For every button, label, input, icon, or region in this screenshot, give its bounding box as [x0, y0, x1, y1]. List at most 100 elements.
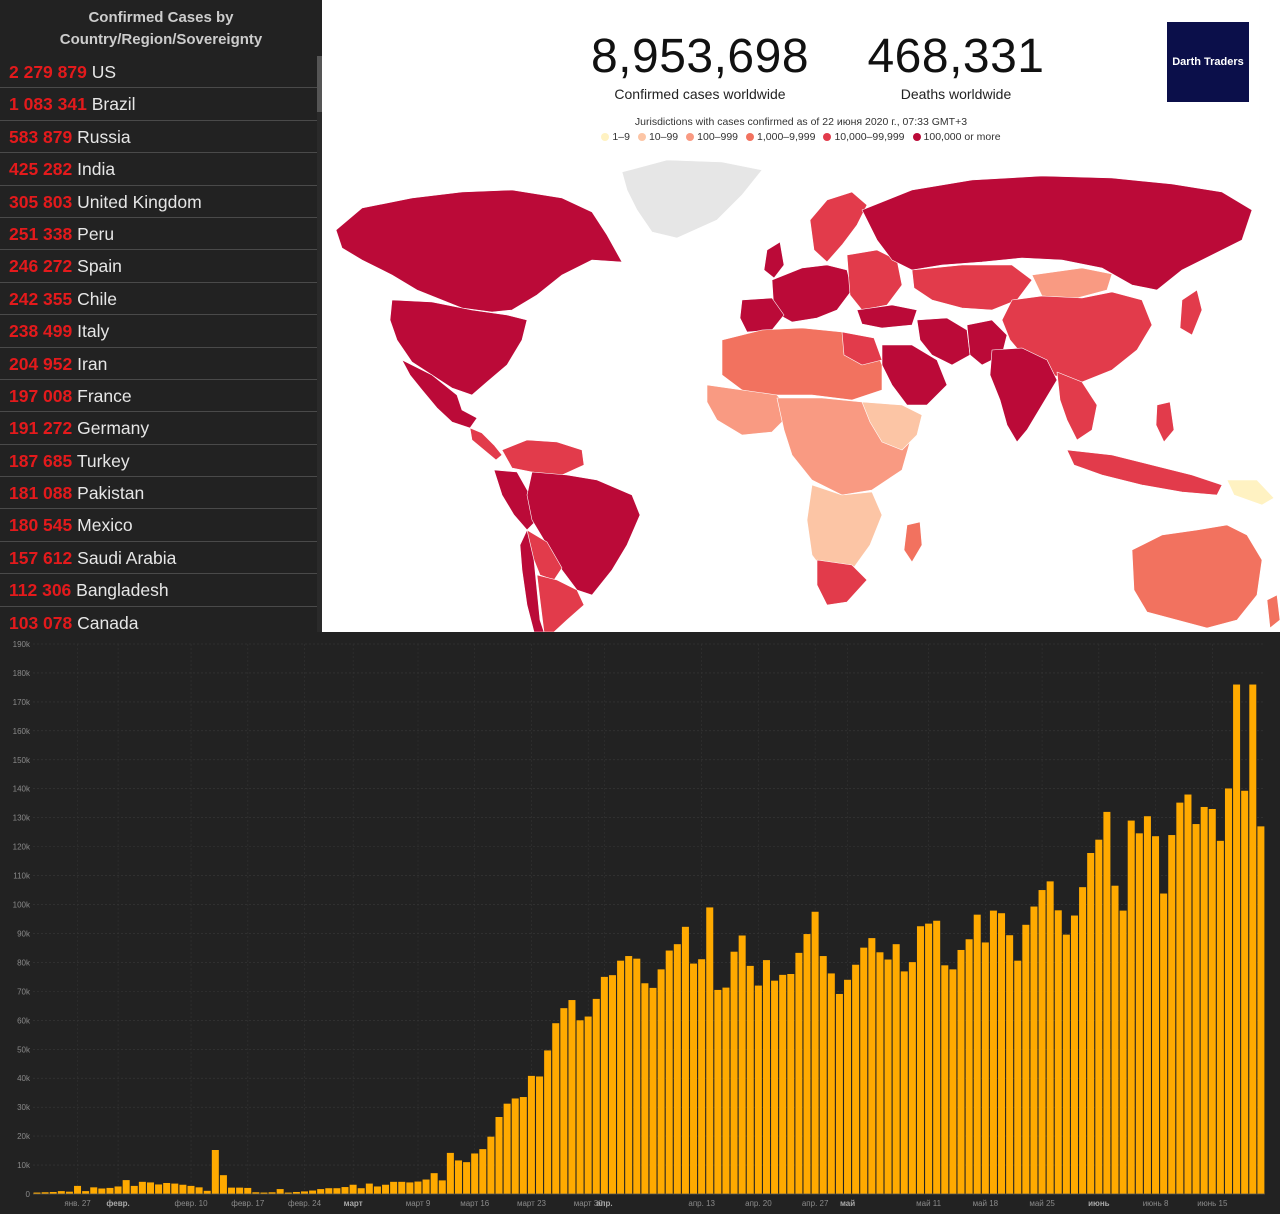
- region-new-zealand[interactable]: [1266, 594, 1280, 629]
- bar[interactable]: [236, 1187, 244, 1194]
- region-usa[interactable]: [389, 299, 528, 396]
- bar[interactable]: [1184, 794, 1192, 1194]
- bar[interactable]: [341, 1187, 349, 1194]
- list-item[interactable]: 112 306 Bangladesh: [0, 574, 318, 607]
- bar[interactable]: [98, 1188, 106, 1195]
- region-central-america[interactable]: [469, 427, 503, 461]
- bar[interactable]: [754, 985, 762, 1194]
- region-turkey[interactable]: [856, 304, 918, 329]
- bar[interactable]: [1087, 853, 1095, 1194]
- bar[interactable]: [122, 1180, 130, 1194]
- bar[interactable]: [406, 1182, 414, 1194]
- bar[interactable]: [998, 913, 1006, 1194]
- list-item[interactable]: 242 355 Chile: [0, 283, 318, 316]
- bar[interactable]: [90, 1187, 98, 1194]
- bar[interactable]: [1152, 836, 1160, 1194]
- bar[interactable]: [357, 1188, 365, 1194]
- bar[interactable]: [519, 1097, 527, 1194]
- list-item[interactable]: 197 008 France: [0, 380, 318, 413]
- region-india[interactable]: [989, 347, 1058, 443]
- bar[interactable]: [811, 911, 819, 1194]
- bar[interactable]: [430, 1173, 438, 1194]
- bar[interactable]: [1249, 684, 1257, 1194]
- region-australia[interactable]: [1131, 524, 1263, 629]
- bar[interactable]: [454, 1160, 462, 1194]
- bar[interactable]: [171, 1183, 179, 1194]
- bar[interactable]: [1200, 806, 1208, 1194]
- list-item[interactable]: 181 088 Pakistan: [0, 477, 318, 510]
- bar[interactable]: [698, 959, 706, 1194]
- bar[interactable]: [146, 1182, 154, 1194]
- bar[interactable]: [706, 907, 714, 1194]
- bar[interactable]: [868, 938, 876, 1194]
- bar[interactable]: [333, 1188, 341, 1194]
- list-item[interactable]: 1 083 341 Brazil: [0, 88, 318, 121]
- region-scandinavia[interactable]: [809, 191, 868, 263]
- bar[interactable]: [114, 1186, 122, 1194]
- region-japan[interactable]: [1179, 289, 1203, 336]
- list-item[interactable]: 157 612 Saudi Arabia: [0, 542, 318, 575]
- region-greenland[interactable]: [621, 159, 763, 239]
- bar[interactable]: [973, 914, 981, 1194]
- bar[interactable]: [1095, 839, 1103, 1194]
- region-north-america-north[interactable]: [335, 189, 623, 313]
- bar[interactable]: [1160, 893, 1168, 1194]
- bar[interactable]: [1257, 826, 1265, 1194]
- list-item[interactable]: 238 499 Italy: [0, 315, 318, 348]
- bar[interactable]: [503, 1103, 511, 1194]
- list-item[interactable]: 2 279 879 US: [0, 56, 318, 89]
- bar[interactable]: [422, 1179, 430, 1194]
- bar[interactable]: [1038, 890, 1046, 1194]
- bar[interactable]: [414, 1181, 422, 1194]
- bar[interactable]: [195, 1187, 203, 1194]
- bar[interactable]: [965, 939, 973, 1194]
- bar[interactable]: [1192, 824, 1200, 1194]
- bar[interactable]: [916, 926, 924, 1194]
- bar[interactable]: [138, 1181, 146, 1194]
- bar[interactable]: [317, 1189, 325, 1194]
- bar[interactable]: [989, 910, 997, 1194]
- list-item[interactable]: 180 545 Mexico: [0, 509, 318, 542]
- bar[interactable]: [1111, 885, 1119, 1194]
- bar[interactable]: [576, 1020, 584, 1194]
- bar[interactable]: [835, 993, 843, 1194]
- bar[interactable]: [446, 1152, 454, 1194]
- bar[interactable]: [309, 1190, 317, 1194]
- bar[interactable]: [1176, 802, 1184, 1194]
- bar[interactable]: [657, 969, 665, 1194]
- bar[interactable]: [779, 974, 787, 1194]
- bar[interactable]: [1103, 811, 1111, 1194]
- bar[interactable]: [57, 1191, 65, 1194]
- region-southeast-asia[interactable]: [1056, 371, 1098, 441]
- bar[interactable]: [155, 1184, 163, 1194]
- bar[interactable]: [276, 1189, 284, 1194]
- region-western-europe[interactable]: [771, 264, 853, 323]
- bar[interactable]: [1054, 910, 1062, 1194]
- bar[interactable]: [560, 1008, 568, 1194]
- bar[interactable]: [900, 971, 908, 1194]
- bar[interactable]: [665, 950, 673, 1194]
- bar[interactable]: [1014, 960, 1022, 1194]
- bar[interactable]: [771, 980, 779, 1194]
- region-uk[interactable]: [763, 241, 785, 279]
- bar[interactable]: [1143, 816, 1151, 1194]
- bar[interactable]: [244, 1187, 252, 1194]
- bar[interactable]: [1168, 835, 1176, 1194]
- bar[interactable]: [511, 1098, 519, 1194]
- bar[interactable]: [1022, 924, 1030, 1194]
- bar[interactable]: [1062, 934, 1070, 1194]
- bar[interactable]: [1241, 790, 1249, 1194]
- bar[interactable]: [203, 1190, 211, 1194]
- bar[interactable]: [941, 965, 949, 1194]
- bar[interactable]: [568, 1000, 576, 1194]
- bar[interactable]: [925, 923, 933, 1194]
- bar[interactable]: [1030, 906, 1038, 1194]
- bar[interactable]: [438, 1180, 446, 1194]
- bar[interactable]: [592, 998, 600, 1194]
- world-map[interactable]: [322, 150, 1280, 632]
- bar[interactable]: [130, 1185, 138, 1194]
- bar[interactable]: [819, 956, 827, 1194]
- bar[interactable]: [1119, 910, 1127, 1194]
- list-item[interactable]: 583 879 Russia: [0, 121, 318, 154]
- bar[interactable]: [552, 1023, 560, 1194]
